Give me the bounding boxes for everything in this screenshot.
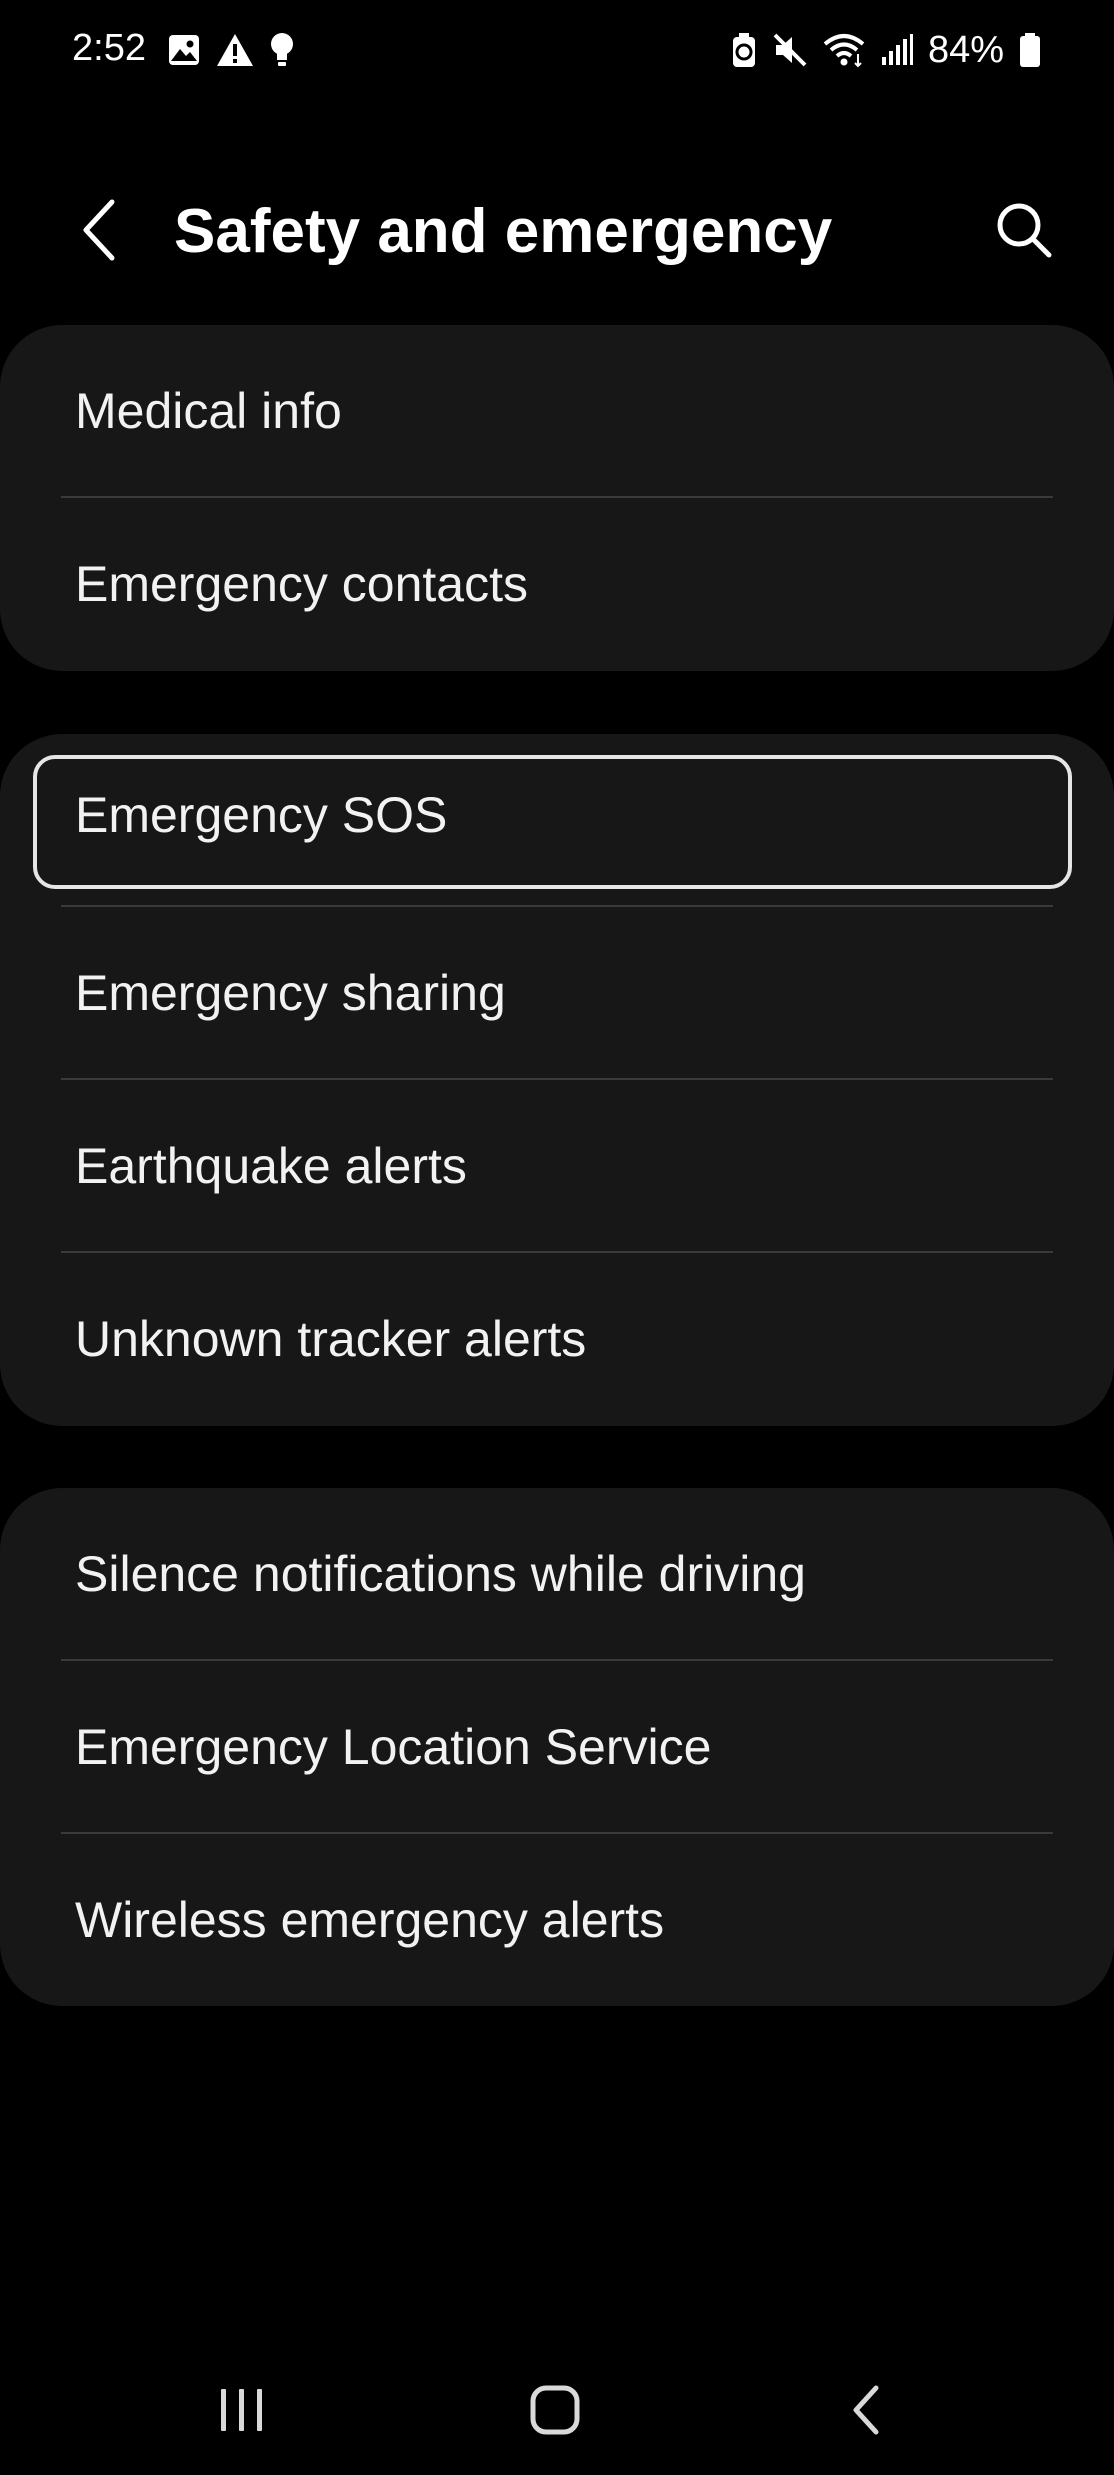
item-label: Emergency Location Service <box>75 1719 712 1775</box>
warning-icon <box>216 32 254 68</box>
item-label: Medical info <box>75 383 342 439</box>
app-bar: Safety and emergency <box>0 160 1114 300</box>
settings-group-personal: Medical info Emergency contacts <box>0 325 1114 671</box>
item-label: Unknown tracker alerts <box>75 1311 587 1367</box>
item-label: Earthquake alerts <box>75 1138 467 1194</box>
emergency-location-service-item[interactable]: Emergency Location Service <box>0 1661 1114 1834</box>
back-arrow-icon <box>83 199 115 261</box>
battery-saver-icon <box>730 31 758 69</box>
home-icon <box>530 2385 580 2435</box>
battery-icon <box>1018 31 1042 69</box>
wireless-emergency-alerts-item[interactable]: Wireless emergency alerts <box>0 1834 1114 2006</box>
silence-notifications-driving-item[interactable]: Silence notifications while driving <box>0 1488 1114 1661</box>
navigation-bar <box>0 2330 1114 2470</box>
status-time: 2:52 <box>72 27 146 69</box>
home-button[interactable] <box>505 2360 605 2460</box>
status-left-icons <box>166 30 296 70</box>
search-icon <box>997 203 1052 258</box>
signal-icon <box>880 33 914 67</box>
battery-percent: 84% <box>927 29 1004 71</box>
back-button[interactable] <box>60 190 140 270</box>
wifi-icon <box>822 32 866 68</box>
settings-group-alerts: Emergency SOS Emergency sharing Earthqua… <box>0 734 1114 1426</box>
settings-group-services: Silence notifications while driving Emer… <box>0 1488 1114 2006</box>
item-label: Silence notifications while driving <box>75 1546 806 1602</box>
mute-icon <box>772 32 808 68</box>
bulb-icon <box>268 31 296 69</box>
recents-button[interactable] <box>192 2360 292 2460</box>
page-title: Safety and emergency <box>174 197 833 266</box>
search-button[interactable] <box>984 190 1064 270</box>
emergency-sos-item[interactable]: Emergency SOS <box>0 734 1114 907</box>
earthquake-alerts-item[interactable]: Earthquake alerts <box>0 1080 1114 1253</box>
medical-info-item[interactable]: Medical info <box>0 325 1114 498</box>
status-right-icons: 84% <box>730 26 1042 74</box>
item-label: Emergency SOS <box>75 787 448 843</box>
emergency-contacts-item[interactable]: Emergency contacts <box>0 498 1114 671</box>
item-label: Emergency contacts <box>75 556 528 612</box>
item-label: Wireless emergency alerts <box>75 1892 665 1948</box>
emergency-sharing-item[interactable]: Emergency sharing <box>0 907 1114 1080</box>
status-bar: 2:52 84% <box>0 0 1114 100</box>
nav-back-button[interactable] <box>818 2360 918 2460</box>
back-icon <box>853 2385 879 2435</box>
recents-icon <box>221 2389 262 2431</box>
gallery-icon <box>166 32 202 68</box>
unknown-tracker-alerts-item[interactable]: Unknown tracker alerts <box>0 1253 1114 1426</box>
item-label: Emergency sharing <box>75 965 506 1021</box>
